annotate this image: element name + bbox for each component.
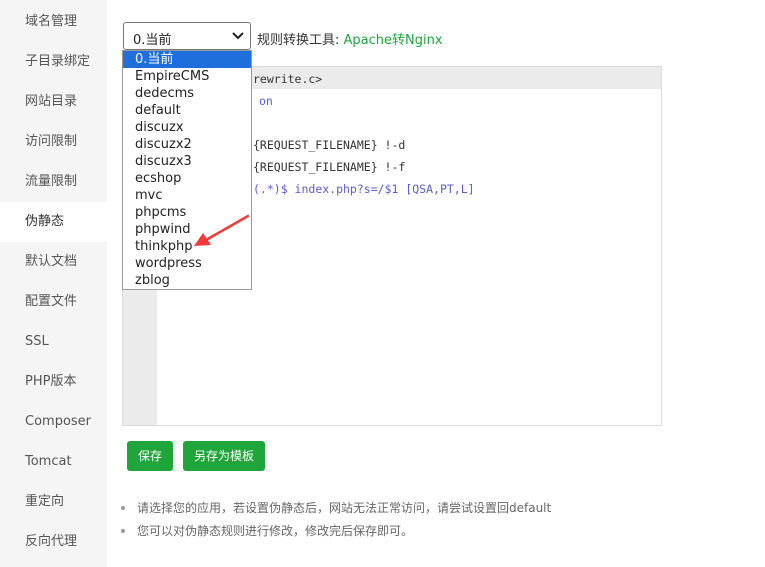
sidebar-item-reverse-proxy[interactable]: 反向代理: [0, 522, 107, 562]
code-line: rewrite.c>: [253, 72, 323, 86]
save-button[interactable]: 保存: [127, 441, 173, 471]
sidebar-item-tomcat[interactable]: Tomcat: [0, 442, 107, 482]
converter-label-row: 规则转换工具: Apache转Nginx: [257, 29, 443, 48]
converter-label: 规则转换工具:: [257, 33, 340, 48]
sidebar-item-config-file[interactable]: 配置文件: [0, 282, 107, 322]
sidebar-item-redirect[interactable]: 重定向: [0, 482, 107, 522]
bullet-icon: [121, 529, 125, 533]
option-discuzx[interactable]: discuzx: [123, 119, 251, 136]
code-line: {REQUEST_FILENAME} !-f: [253, 160, 406, 174]
sidebar-item-ssl[interactable]: SSL: [0, 322, 107, 362]
option-current[interactable]: 0.当前: [123, 51, 251, 68]
code-line: (.*)$ index.php?s=/$1 [QSA,PT,L]: [253, 182, 475, 196]
save-as-template-button[interactable]: 另存为模板: [183, 441, 265, 471]
option-wordpress[interactable]: wordpress: [123, 255, 251, 272]
option-zblog[interactable]: zblog: [123, 272, 251, 289]
tips-list: 请选择您的应用，若设置伪静态后，网站无法正常访问，请尝试设置回default 您…: [121, 499, 551, 545]
option-empirecms[interactable]: EmpireCMS: [123, 68, 251, 85]
bullet-icon: [121, 506, 125, 510]
converter-link[interactable]: Apache转Nginx: [344, 33, 443, 48]
chevron-down-icon: [232, 32, 244, 40]
option-discuzx2[interactable]: discuzx2: [123, 136, 251, 153]
select-value: 0.当前: [133, 33, 172, 48]
option-default[interactable]: default: [123, 102, 251, 119]
sidebar-item-traffic-limit[interactable]: 流量限制: [0, 162, 107, 202]
sidebar-item-default-doc[interactable]: 默认文档: [0, 242, 107, 282]
rewrite-select-dropdown: 0.当前 EmpireCMS dedecms default discuzx d…: [122, 50, 252, 290]
tip-text: 请选择您的应用，若设置伪静态后，网站无法正常访问，请尝试设置回default: [137, 501, 552, 515]
list-item: 请选择您的应用，若设置伪静态后，网站无法正常访问，请尝试设置回default: [121, 499, 551, 522]
rewrite-template-select[interactable]: 0.当前: [123, 22, 251, 50]
code-pattern: (.*)$: [253, 182, 295, 196]
sidebar-item-site-dir[interactable]: 网站目录: [0, 82, 107, 122]
annotation-arrow-icon: [194, 214, 250, 246]
sidebar-item-subdir[interactable]: 子目录绑定: [0, 42, 107, 82]
sidebar: 域名管理 子目录绑定 网站目录 访问限制 流量限制 伪静态 默认文档 配置文件 …: [0, 0, 107, 567]
sidebar-item-php-version[interactable]: PHP版本: [0, 362, 107, 402]
code-line: {REQUEST_FILENAME} !-d: [253, 138, 406, 152]
tip-text: 您可以对伪静态规则进行修改，修改完后保存即可。: [137, 524, 414, 538]
option-discuzx3[interactable]: discuzx3: [123, 153, 251, 170]
code-target: index.php?s=/$1 [QSA,PT,L]: [294, 182, 475, 196]
list-item: 您可以对伪静态规则进行修改，修改完后保存即可。: [121, 522, 551, 545]
option-ecshop[interactable]: ecshop: [123, 170, 251, 187]
sidebar-item-access-limit[interactable]: 访问限制: [0, 122, 107, 162]
option-dedecms[interactable]: dedecms: [123, 85, 251, 102]
sidebar-item-composer[interactable]: Composer: [0, 402, 107, 442]
option-mvc[interactable]: mvc: [123, 187, 251, 204]
sidebar-item-rewrite[interactable]: 伪静态: [0, 202, 107, 242]
code-line: on: [259, 94, 273, 108]
sidebar-item-domain[interactable]: 域名管理: [0, 2, 107, 42]
